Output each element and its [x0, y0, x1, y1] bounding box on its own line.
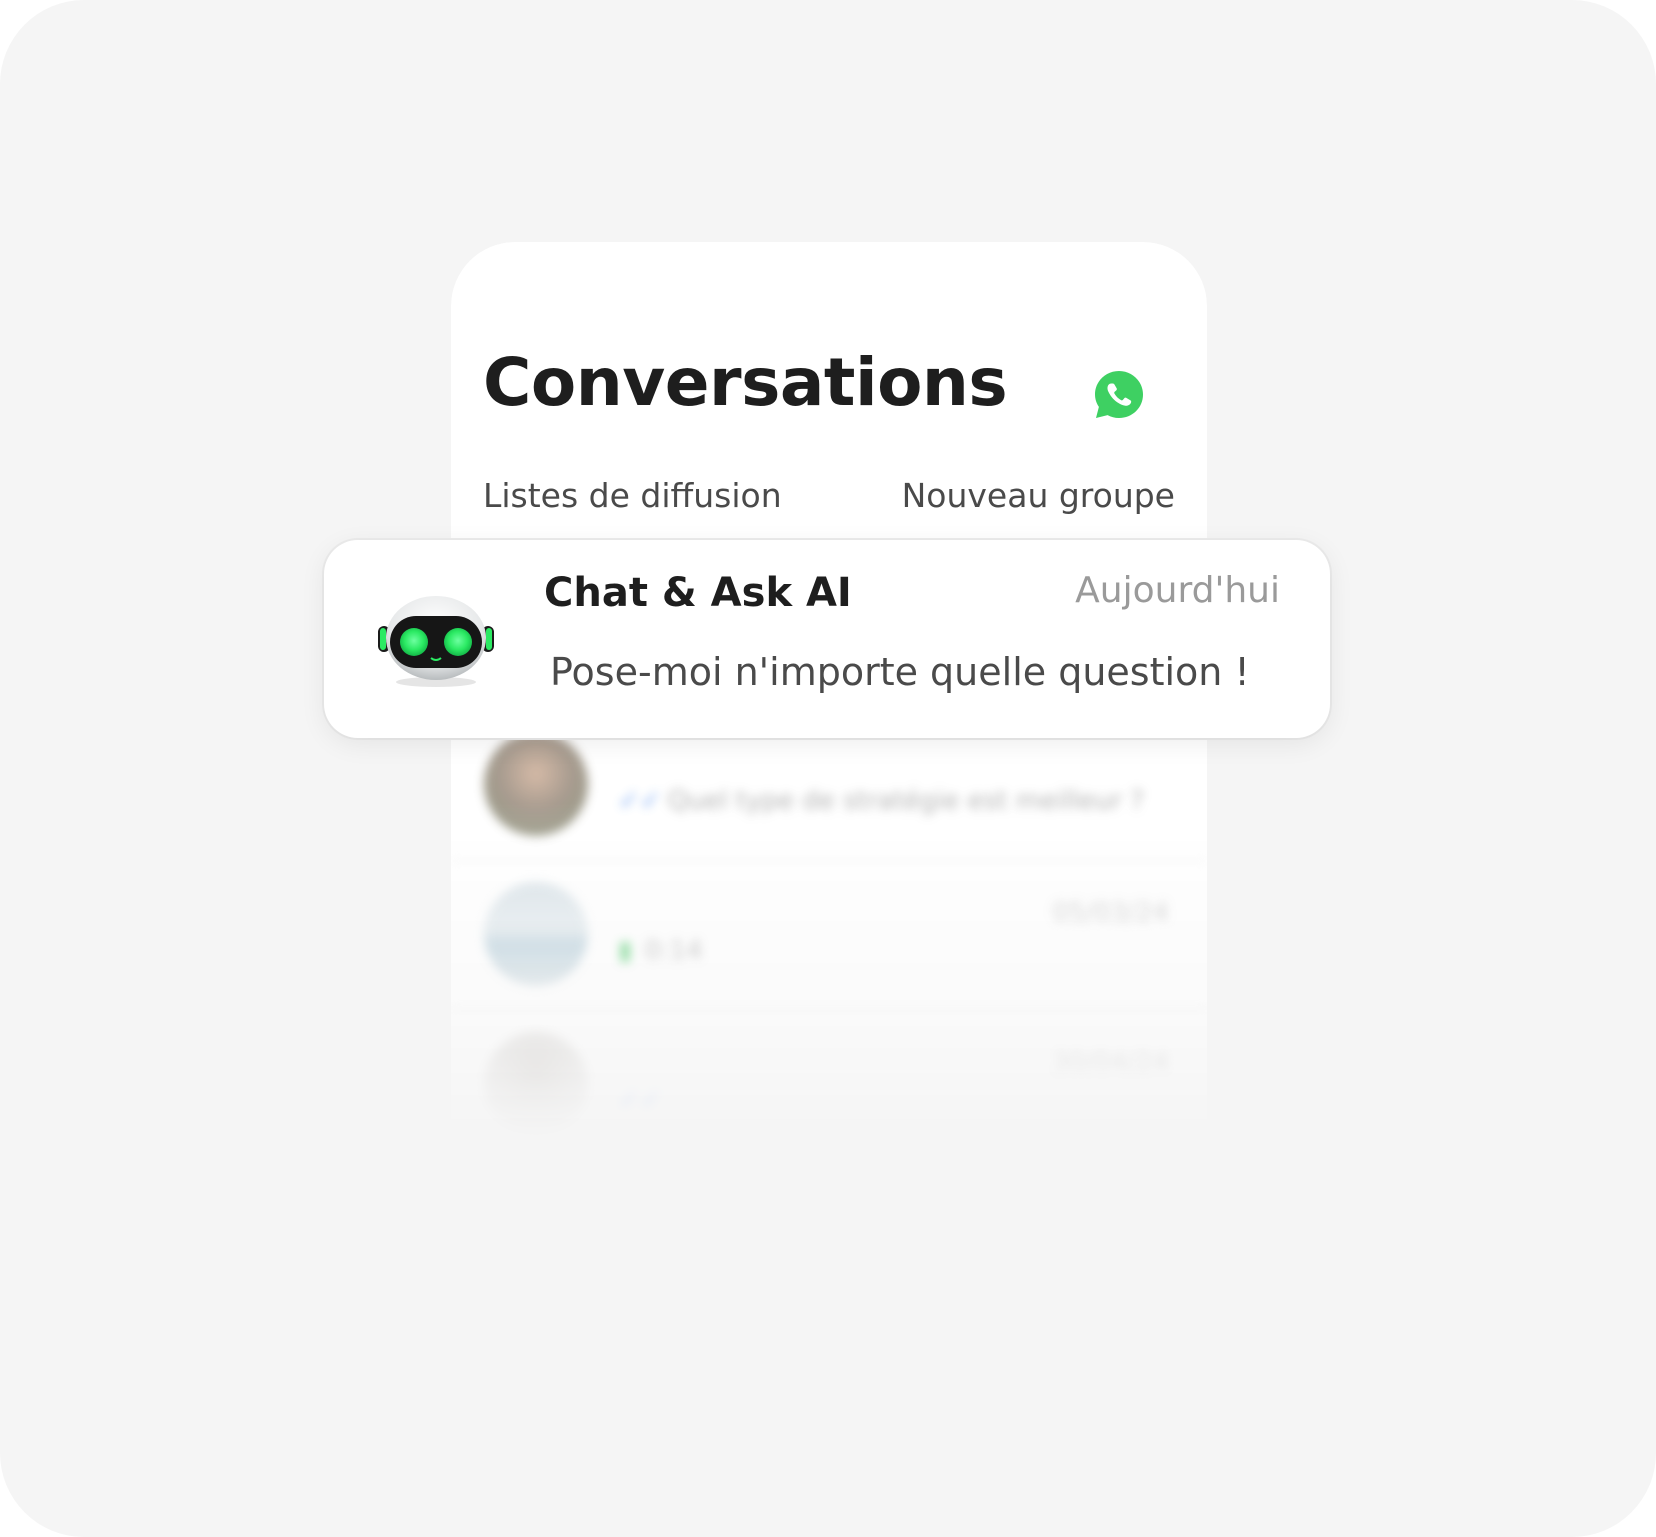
microphone-icon: ▮ [618, 936, 633, 966]
chat-list: ✓✓ Quel type de stratégie est meilleur ? … [451, 712, 1207, 1162]
highlighted-chat-row[interactable]: Chat & Ask AI Aujourd'hui Pose-moi n'imp… [324, 540, 1330, 738]
chat-preview: ✓✓ Quel type de stratégie est meilleur ? [618, 786, 1144, 816]
new-group-link[interactable]: Nouveau groupe [902, 476, 1175, 515]
conversations-screen: Conversations Listes de diffusion Nouvea… [451, 242, 1207, 1242]
chat-preview: ✓✓ [618, 1086, 668, 1116]
robot-icon [376, 588, 496, 688]
top-actions: Listes de diffusion Nouveau groupe [483, 476, 1175, 515]
double-check-icon: ✓✓ [618, 786, 662, 816]
avatar [484, 1032, 588, 1136]
chat-name: Chat & Ask AI [544, 570, 852, 616]
avatar [484, 882, 588, 986]
chat-preview-text: 0:14 [644, 936, 703, 966]
avatar [484, 732, 588, 836]
app-canvas: Conversations Listes de diffusion Nouvea… [0, 0, 1656, 1537]
whatsapp-icon[interactable] [1092, 368, 1146, 422]
chat-preview: Pose-moi n'importe quelle question ! [550, 650, 1250, 694]
chat-preview-text: Quel type de stratégie est meilleur ? [667, 786, 1144, 816]
page-title: Conversations [483, 344, 1008, 421]
chat-date: Aujourd'hui [1075, 570, 1280, 611]
chat-row[interactable]: 30/04/24 ✓✓ [451, 1012, 1207, 1162]
chat-date: 30/04/24 [1052, 1048, 1169, 1078]
chat-preview: ▮ 0:14 [618, 936, 703, 966]
broadcast-lists-link[interactable]: Listes de diffusion [483, 476, 782, 515]
chat-row[interactable]: 05/03/24 ▮ 0:14 [451, 862, 1207, 1012]
chat-date: 05/03/24 [1052, 898, 1169, 928]
double-check-icon: ✓✓ [618, 1086, 662, 1116]
